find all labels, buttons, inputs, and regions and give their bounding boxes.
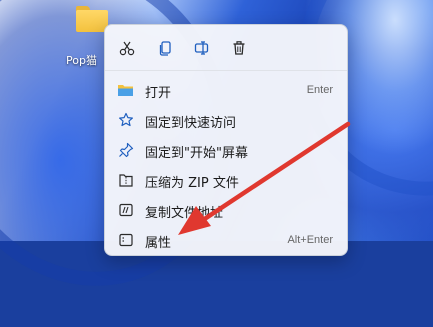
context-menu-toolbar <box>105 35 347 61</box>
menu-item-pin-quick-access-label: 固定到快速访问 <box>145 116 237 131</box>
properties-icon <box>117 231 135 249</box>
copy-button[interactable] <box>152 35 178 61</box>
rename-button[interactable] <box>190 35 216 61</box>
folder-icon <box>76 6 108 32</box>
folder-open-icon <box>117 81 135 99</box>
rename-icon <box>194 41 209 55</box>
zip-icon <box>117 171 135 189</box>
pin-icon <box>117 141 135 159</box>
menu-item-pin-quick-access[interactable]: 固定到快速访问 <box>109 105 343 135</box>
desktop-folder-label: Pop猫 <box>66 54 97 67</box>
menu-item-properties[interactable]: 属性 Alt+Enter <box>109 225 343 255</box>
menu-item-compress-zip-label: 压缩为 ZIP 文件 <box>145 176 239 191</box>
menu-item-compress-zip[interactable]: 压缩为 ZIP 文件 <box>109 165 343 195</box>
trash-icon <box>233 41 245 55</box>
star-icon <box>117 111 135 129</box>
context-menu: 打开 Enter 固定到快速访问 固定到"开始"屏幕 压缩为 ZIP 文件 复制… <box>104 24 348 256</box>
menu-item-open-shortcut: Enter <box>306 84 333 96</box>
menu-item-pin-start-label: 固定到"开始"屏幕 <box>145 146 248 161</box>
menu-item-copy-path-label: 复制文件地址 <box>145 206 224 221</box>
menu-item-properties-label: 属性 <box>145 236 172 251</box>
menu-item-properties-shortcut: Alt+Enter <box>287 234 333 246</box>
copy-path-icon <box>117 201 135 219</box>
menu-item-copy-path[interactable]: 复制文件地址 <box>109 195 343 225</box>
menu-item-pin-start[interactable]: 固定到"开始"屏幕 <box>109 135 343 165</box>
menu-item-open-label: 打开 <box>145 86 172 101</box>
menu-item-open[interactable]: 打开 Enter <box>109 75 343 105</box>
copy-icon <box>159 41 171 56</box>
cut-button[interactable] <box>114 35 140 61</box>
scissors-icon <box>119 41 135 56</box>
delete-button[interactable] <box>226 35 252 61</box>
menu-divider <box>105 70 347 71</box>
